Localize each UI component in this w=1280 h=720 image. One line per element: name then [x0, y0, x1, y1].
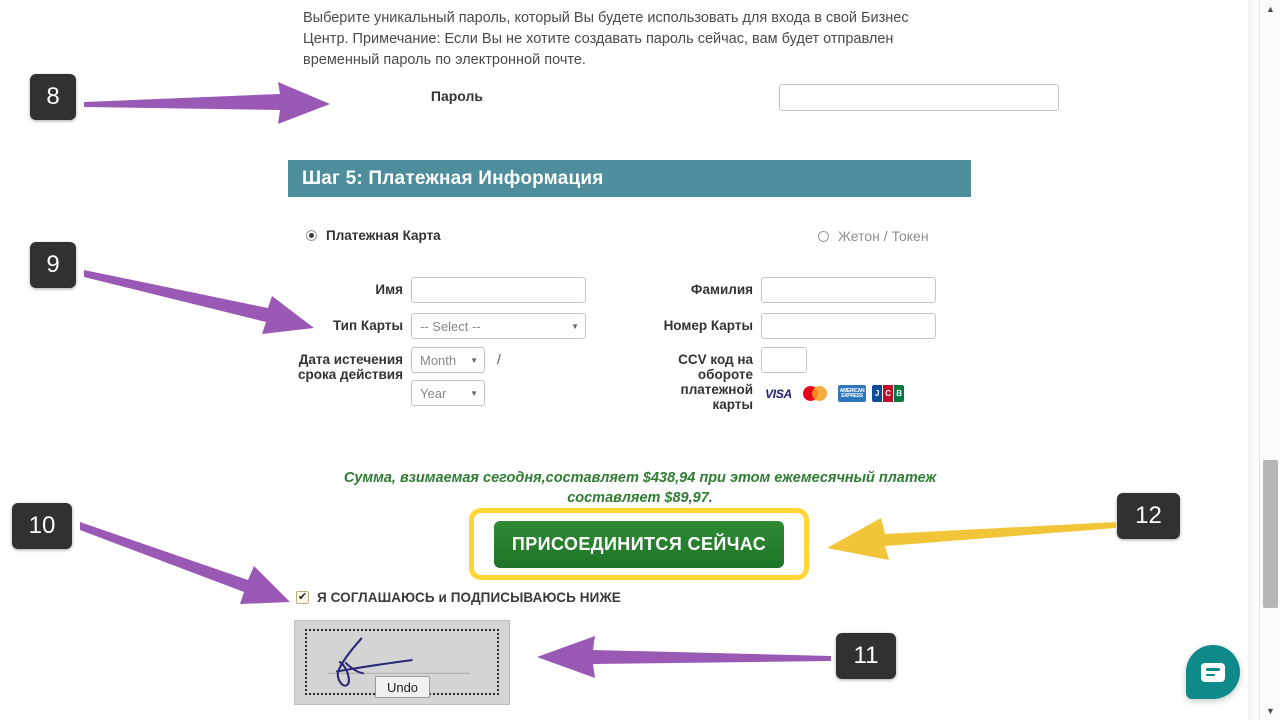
vertical-scrollbar[interactable]: ▲ ▼: [1259, 0, 1280, 720]
mastercard-icon: [803, 385, 832, 402]
chevron-down-icon: ▼: [470, 388, 478, 398]
ccv-label-line2: обороте: [697, 367, 753, 382]
join-button-highlight: ПРИСОЕДИНИТСЯ СЕЙЧАС: [469, 508, 809, 580]
expiry-label-line2: срока действия: [298, 367, 403, 382]
annotation-badge-9: 9: [30, 242, 76, 288]
last-name-row: Фамилия: [618, 277, 936, 303]
agree-checkbox[interactable]: [296, 590, 309, 604]
annotation-badge-8: 8: [30, 74, 76, 120]
amount-summary-line1: Сумма, взимаемая сегодня,составляет $438…: [343, 470, 937, 486]
annotation-arrow-9: [84, 270, 314, 334]
radio-token-label: Жетон / Токен: [838, 228, 929, 244]
undo-button[interactable]: Undo: [375, 676, 430, 698]
expiry-row: Дата истечения срока действия Month ▼ / …: [288, 347, 501, 406]
card-number-row: Номер Карты: [618, 313, 936, 339]
expiry-year-select[interactable]: Year ▼: [411, 380, 485, 406]
expiry-separator: /: [497, 351, 501, 367]
annotation-badge-11: 11: [836, 633, 896, 679]
radio-payment-card[interactable]: Платежная Карта: [306, 228, 441, 243]
agree-checkbox-row[interactable]: Я СОГЛАШАЮСЬ и ПОДПИСЫВАЮСЬ НИЖЕ: [296, 590, 621, 605]
password-label: Пароль: [430, 88, 483, 104]
card-type-row: Тип Карты -- Select -- ▼: [288, 313, 586, 339]
ccv-label-line1: CCV код на: [678, 352, 753, 367]
card-type-select[interactable]: -- Select -- ▼: [411, 313, 586, 339]
step-5-header: Шаг 5: Платежная Информация: [288, 160, 971, 197]
annotation-arrow-8: [84, 82, 330, 124]
password-input[interactable]: [779, 84, 1059, 111]
card-number-label: Номер Карты: [663, 318, 753, 333]
jcb-letter-b: B: [894, 385, 904, 402]
page-edge-shadow: [1248, 0, 1259, 720]
ccv-label-line3: платежной: [680, 382, 753, 397]
radio-token[interactable]: Жетон / Токен: [818, 228, 929, 244]
password-instructions: Выберите уникальный пароль, который Вы б…: [303, 10, 909, 68]
ccv-label: CCV код на обороте платежной карты: [618, 347, 753, 412]
card-number-input[interactable]: [761, 313, 936, 339]
ccv-label-line4: карты: [712, 397, 753, 412]
annotation-arrow-11: [537, 636, 831, 678]
expiry-month-value: Month: [420, 352, 457, 368]
scroll-up-arrow-icon[interactable]: ▲: [1260, 0, 1280, 18]
scrollbar-thumb[interactable]: [1263, 460, 1278, 608]
annotation-badge-12: 12: [1117, 493, 1180, 539]
annotation-badge-10: 10: [12, 503, 72, 549]
radio-payment-card-indicator: [306, 230, 317, 241]
jcb-icon: J C B: [872, 385, 904, 402]
accepted-cards-row: VISA AMERICAN EXPRESS J C B: [760, 385, 904, 402]
card-type-selected-value: -- Select --: [420, 318, 481, 334]
annotation-arrow-12: [827, 518, 1116, 560]
chat-widget-button[interactable]: [1186, 645, 1240, 699]
password-field-row: Пароль: [303, 84, 1059, 112]
amex-line2: EXPRESS: [841, 392, 863, 399]
signature-pad[interactable]: Undo: [294, 620, 510, 705]
payment-method-group: Платежная Карта Жетон / Токен: [288, 228, 971, 252]
jcb-letter-c: C: [883, 385, 893, 402]
visa-icon: VISA: [760, 385, 797, 402]
ccv-row: CCV код на обороте платежной карты: [618, 347, 807, 412]
annotation-arrow-10: [80, 522, 290, 604]
expiry-year-value: Year: [420, 385, 447, 401]
chevron-down-icon: ▼: [571, 321, 579, 331]
amex-icon: AMERICAN EXPRESS: [838, 385, 866, 402]
jcb-letter-j: J: [872, 385, 882, 402]
expiry-label: Дата истечения срока действия: [288, 347, 403, 382]
page-root: Выберите уникальный пароль, который Вы б…: [0, 0, 1280, 720]
radio-payment-card-label: Платежная Карта: [326, 228, 441, 243]
agree-label: Я СОГЛАШАЮСЬ и ПОДПИСЫВАЮСЬ НИЖЕ: [317, 590, 621, 605]
card-details-form: Имя Тип Карты -- Select -- ▼ Дата истече…: [288, 275, 971, 415]
last-name-label: Фамилия: [690, 282, 753, 297]
first-name-row: Имя: [288, 277, 586, 303]
last-name-input[interactable]: [761, 277, 936, 303]
expiry-label-line1: Дата истечения: [298, 352, 403, 367]
ccv-input[interactable]: [761, 347, 807, 373]
step-5-title: Шаг 5: Платежная Информация: [302, 167, 604, 189]
chat-bubble-icon: [1201, 662, 1225, 682]
scroll-down-arrow-icon[interactable]: ▼: [1260, 702, 1280, 720]
first-name-input[interactable]: [411, 277, 586, 303]
join-now-button[interactable]: ПРИСОЕДИНИТСЯ СЕЙЧАС: [494, 520, 784, 568]
radio-token-indicator: [818, 230, 829, 242]
expiry-month-select[interactable]: Month ▼: [411, 347, 485, 373]
chevron-down-icon: ▼: [470, 355, 478, 365]
